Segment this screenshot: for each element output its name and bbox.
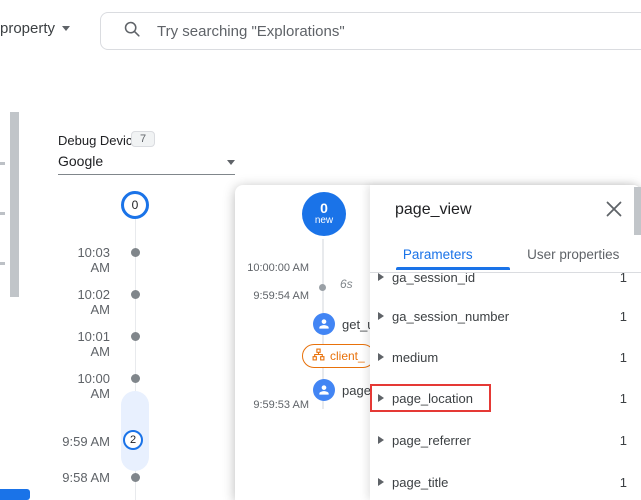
- param-name: medium: [392, 349, 439, 365]
- chevron-down-icon: [62, 26, 71, 31]
- param-value: 1: [619, 349, 627, 365]
- param-value: 1: [619, 308, 627, 324]
- gap-duration-label: 6s: [340, 277, 353, 291]
- tab-parameters[interactable]: Parameters: [370, 243, 506, 270]
- property-selector-label: property: [0, 20, 56, 37]
- debug-device-count-badge: 7: [131, 131, 156, 147]
- left-edge-fragment: [0, 212, 5, 215]
- detail-header: page_view Parameters User properties: [370, 185, 641, 273]
- param-name: ga_session_number: [392, 308, 510, 324]
- search-box[interactable]: [100, 12, 641, 50]
- param-row[interactable]: page_title 1: [370, 472, 641, 492]
- param-row[interactable]: page_referrer 1: [370, 430, 641, 450]
- minute-dot[interactable]: [131, 290, 140, 299]
- stream-timestamp: 9:59:53 AM: [253, 399, 309, 411]
- property-selector[interactable]: property: [0, 20, 71, 37]
- expand-arrow-icon[interactable]: [378, 312, 384, 320]
- stream-dot: [319, 284, 326, 291]
- param-row[interactable]: medium 1: [370, 347, 641, 367]
- stream-timestamp: 10:00:00 AM: [247, 262, 309, 274]
- panel-scrollbar[interactable]: [634, 187, 641, 235]
- search-input[interactable]: [157, 22, 577, 40]
- param-row[interactable]: page_location 1: [370, 388, 641, 408]
- user-event-icon[interactable]: [313, 313, 335, 335]
- event-title: page_view: [395, 201, 472, 218]
- active-tab-indicator: [396, 267, 510, 270]
- minute-time-label: 10:02 AM: [77, 287, 110, 317]
- param-name: page_location: [392, 390, 473, 406]
- debug-device-label: Debug Device: [58, 133, 140, 148]
- expand-arrow-icon[interactable]: [378, 436, 384, 444]
- param-name: page_title: [392, 474, 449, 490]
- new-events-badge[interactable]: 0 new: [302, 192, 346, 236]
- minute-time-label: 10:03 AM: [77, 245, 110, 275]
- event-dialog: 0 new 10:00:00 AM 9:59:54 AM 9:59:53 AM …: [235, 185, 641, 500]
- minute-time-label: 9:58 AM: [62, 470, 110, 485]
- param-name: page_referrer: [392, 432, 471, 448]
- minute-dot[interactable]: [131, 332, 140, 341]
- param-row[interactable]: ga_session_number 1: [370, 306, 641, 326]
- select-underline: [58, 174, 235, 175]
- current-minute-counter[interactable]: 0: [121, 191, 149, 219]
- new-events-label: new: [314, 215, 334, 227]
- expand-arrow-icon[interactable]: [378, 478, 384, 486]
- minute-time-label: 9:59 AM: [62, 434, 110, 449]
- device-select[interactable]: Google: [58, 153, 235, 173]
- close-button[interactable]: [601, 197, 627, 223]
- param-value: 1: [619, 432, 627, 448]
- search-icon: [123, 20, 141, 43]
- left-edge-fragment: [0, 162, 5, 165]
- user-event-icon[interactable]: [313, 379, 335, 401]
- minute-dot[interactable]: [131, 248, 140, 257]
- left-edge-fragment: [0, 262, 5, 265]
- event-name: client_: [330, 349, 365, 363]
- minute-time-label: 10:00 AM: [77, 371, 110, 401]
- event-detail-panel: ga_session_id 1 ga_session_number 1 medi…: [370, 185, 641, 500]
- minute-time-label: 10:01 AM: [77, 329, 110, 359]
- stream-timestamp: 9:59:54 AM: [253, 290, 309, 302]
- client-id-icon: [312, 348, 325, 364]
- minute-dot[interactable]: [131, 374, 140, 383]
- device-select-value: Google: [58, 153, 104, 169]
- close-icon: [605, 200, 623, 221]
- new-events-count: 0: [320, 200, 328, 217]
- minute-event-count[interactable]: 2: [123, 430, 143, 450]
- expand-arrow-icon[interactable]: [378, 353, 384, 361]
- chevron-down-icon: [227, 160, 235, 165]
- client-id-event[interactable]: client_: [302, 344, 375, 368]
- param-value: 1: [619, 474, 627, 490]
- top-bar: property: [0, 0, 641, 62]
- detail-tabs: Parameters User properties: [370, 243, 641, 270]
- expand-arrow-icon[interactable]: [378, 394, 384, 402]
- cropped-blue-element: [0, 489, 30, 500]
- tab-user-properties[interactable]: User properties: [506, 243, 641, 270]
- expand-arrow-icon[interactable]: [378, 273, 384, 281]
- left-scrollbar[interactable]: [10, 112, 19, 297]
- minute-dot[interactable]: [131, 473, 140, 482]
- debugview-screen: property Debug Device 7 Google 0 10:03 A…: [0, 0, 641, 500]
- param-value: 1: [619, 390, 627, 406]
